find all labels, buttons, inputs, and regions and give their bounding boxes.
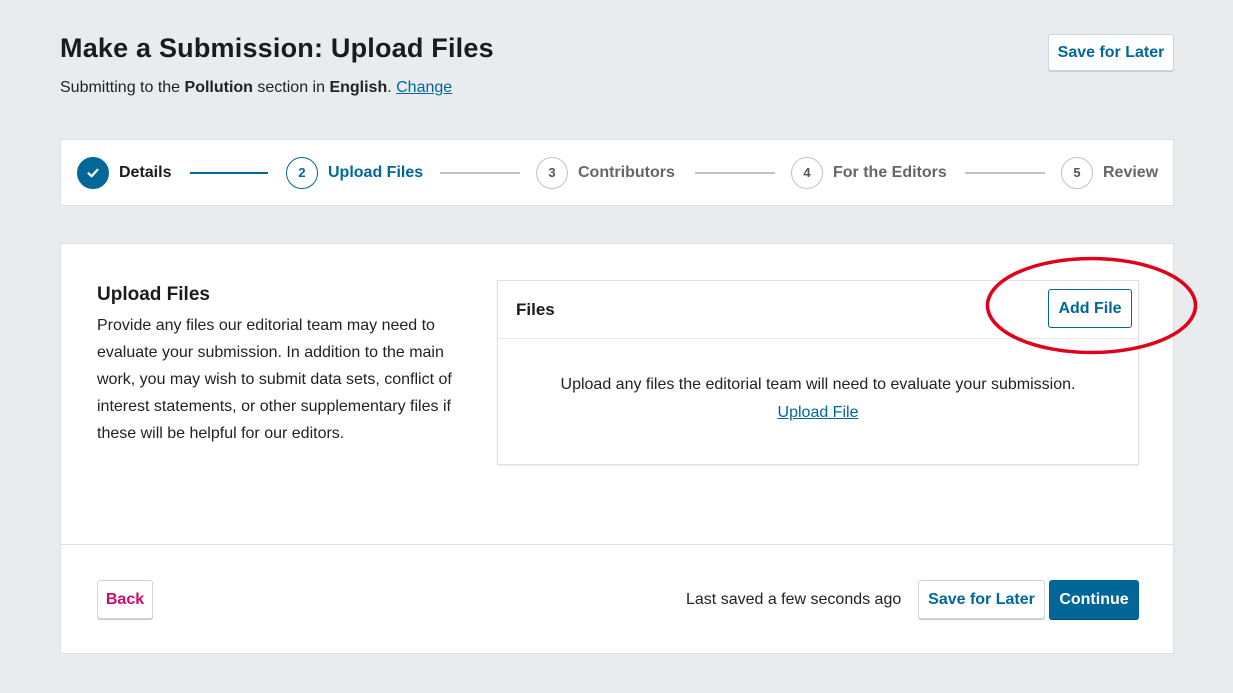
- back-button[interactable]: Back: [97, 580, 153, 619]
- subtitle-prefix: Submitting to the: [60, 79, 185, 96]
- upload-files-panel: Upload Files Provide any files our edito…: [60, 243, 1174, 654]
- last-saved-status: Last saved a few seconds ago: [686, 591, 902, 608]
- upload-file-link: Upload File: [498, 404, 1138, 422]
- step-connector: [695, 172, 775, 174]
- step-label: Contributors: [578, 163, 675, 181]
- section-heading: Upload Files: [97, 284, 210, 305]
- change-link[interactable]: Change: [396, 79, 452, 96]
- subtitle-end: .: [387, 79, 392, 96]
- add-file-button[interactable]: Add File: [1048, 289, 1132, 328]
- subtitle-mid: section in: [252, 79, 330, 96]
- section-description: Provide any files our editorial team may…: [97, 317, 452, 442]
- step-connector: [440, 172, 520, 174]
- step-number: 2: [286, 156, 318, 189]
- continue-button[interactable]: Continue: [1049, 580, 1139, 619]
- step-label: Review: [1103, 163, 1159, 181]
- step-details[interactable]: Details: [77, 140, 171, 205]
- step-connector: [965, 172, 1045, 174]
- files-list-panel: Files Add File Upload any files the edit…: [497, 280, 1139, 465]
- page-title: Make a Submission: Upload Files: [60, 33, 494, 63]
- files-title: Files: [516, 300, 555, 319]
- language-name: English: [329, 79, 388, 96]
- step-upload-files[interactable]: 2 Upload Files: [286, 140, 423, 205]
- step-label: Details: [119, 163, 172, 181]
- checkmark-icon: [77, 156, 109, 189]
- section-name: Pollution: [184, 79, 253, 96]
- files-header: Files Add File: [498, 281, 1138, 339]
- step-number: 4: [791, 156, 823, 189]
- step-label: Upload Files: [328, 163, 424, 181]
- submission-subtitle: Submitting to the Pollution section in E…: [60, 79, 452, 97]
- step-number: 3: [536, 156, 568, 189]
- step-for-the-editors[interactable]: 4 For the Editors: [791, 140, 947, 205]
- save-for-later-button-bottom[interactable]: Save for Later: [918, 580, 1045, 619]
- footer-divider: [61, 544, 1173, 545]
- step-label: For the Editors: [833, 163, 947, 181]
- files-empty-message: Upload any files the editorial team will…: [560, 376, 1076, 393]
- save-for-later-button-top[interactable]: Save for Later: [1048, 34, 1174, 71]
- upload-file-link-text[interactable]: Upload File: [778, 404, 859, 421]
- step-review[interactable]: 5 Review: [1061, 140, 1158, 205]
- step-number: 5: [1061, 156, 1093, 189]
- step-connector: [190, 172, 268, 174]
- submission-steps: Details 2 Upload Files 3 Contributors 4 …: [60, 139, 1174, 206]
- step-contributors[interactable]: 3 Contributors: [536, 140, 675, 205]
